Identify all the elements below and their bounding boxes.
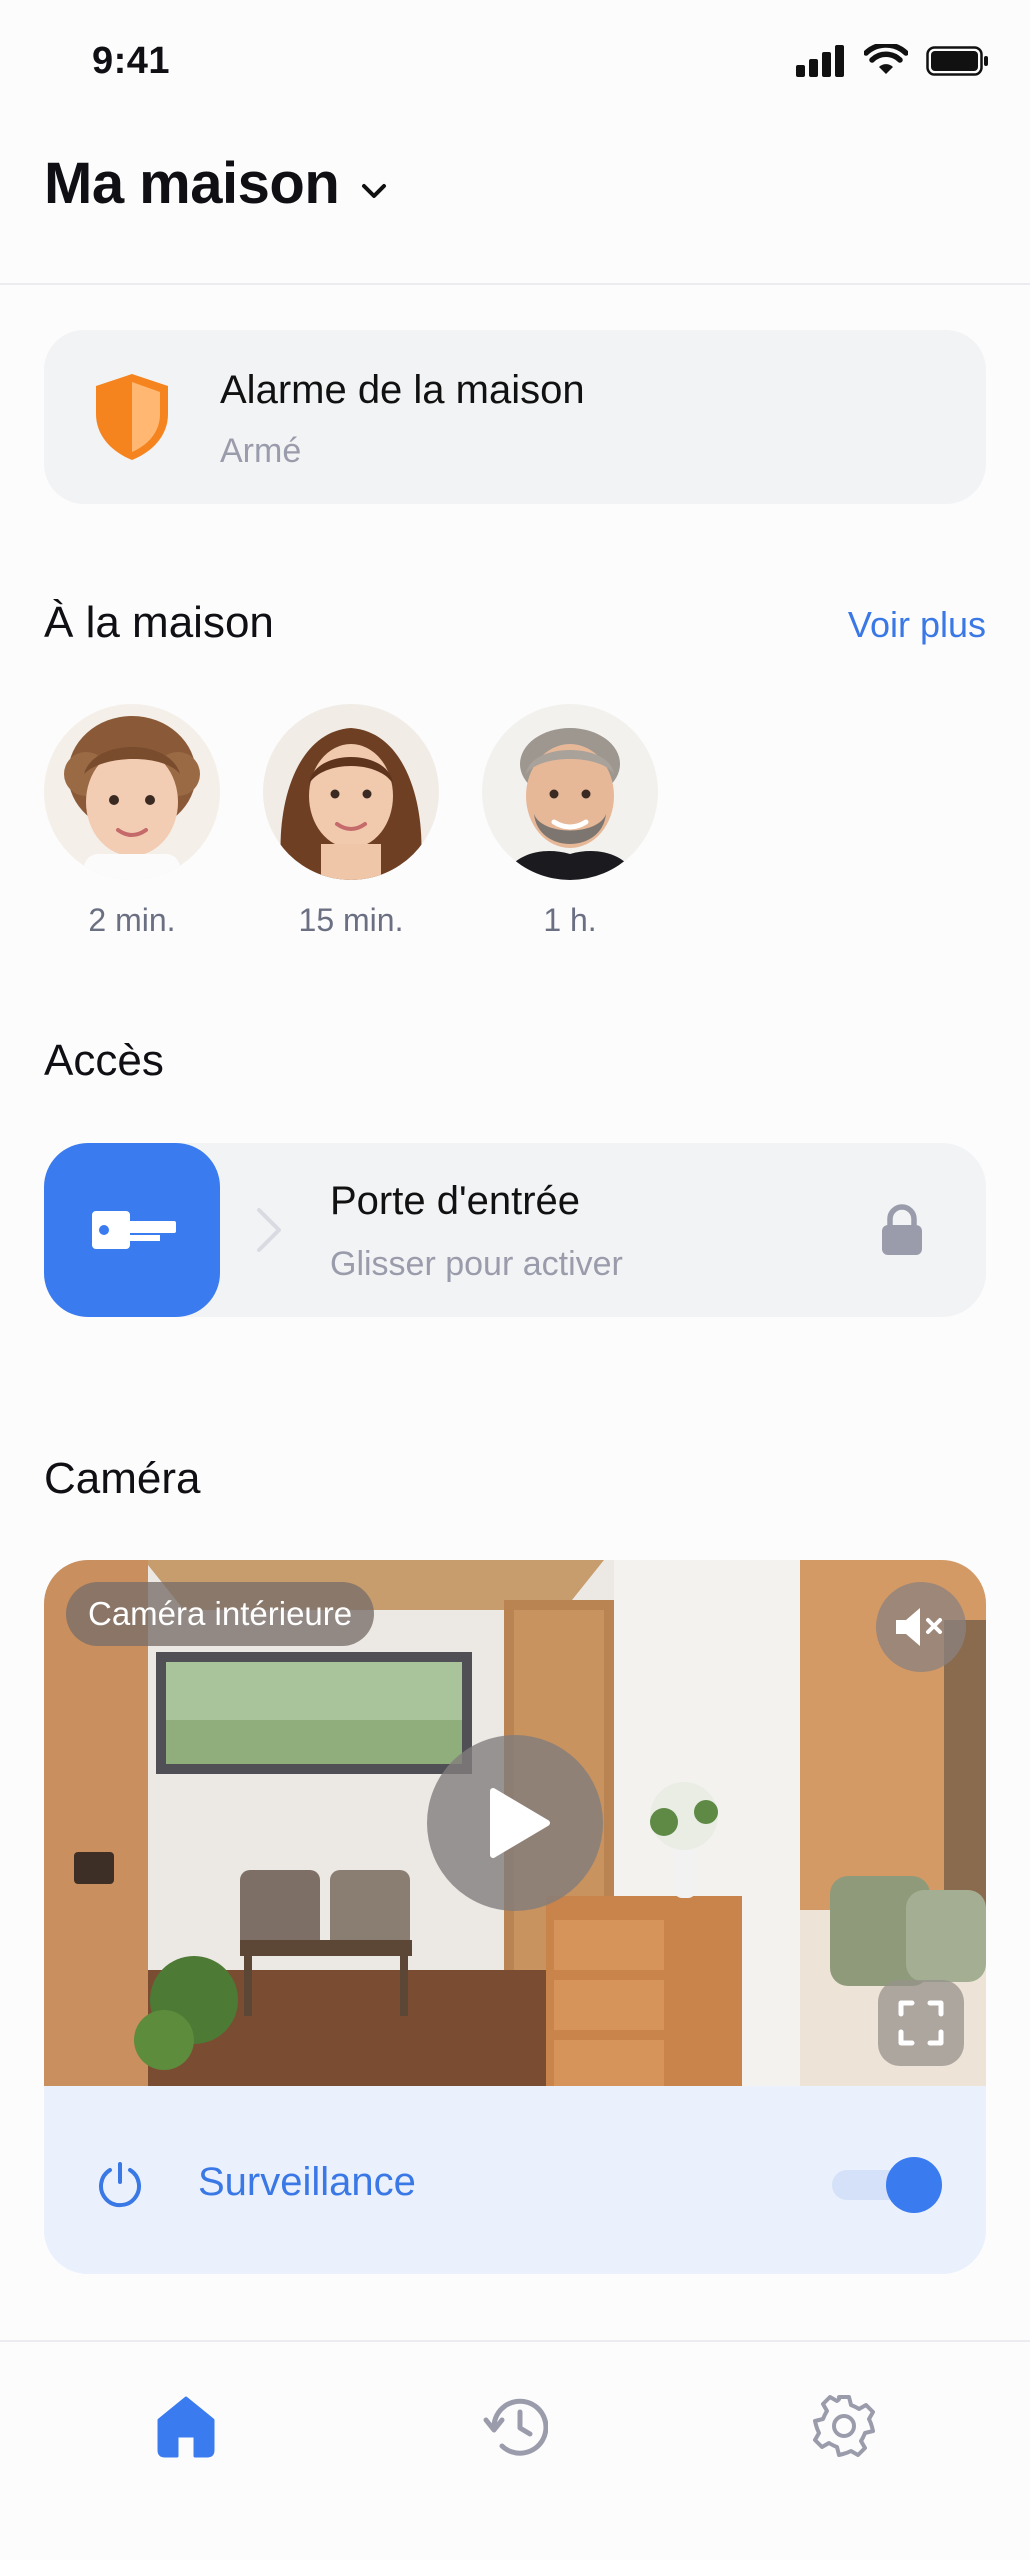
surveillance-row: Surveillance [44,2096,986,2274]
surveillance-toggle[interactable] [832,2156,942,2214]
avatar [44,704,220,880]
camera-feed[interactable]: Caméra intérieure [44,1560,986,2086]
see-more-link[interactable]: Voir plus [848,604,986,646]
slide-handle[interactable] [44,1143,220,1317]
access-section-title: Accès [44,1036,164,1085]
camera-section-title: Caméra [44,1454,201,1503]
nav-home[interactable] [146,2386,226,2466]
avatar [482,704,658,880]
chevron-right-icon [257,1208,281,1252]
alarm-card[interactable]: Alarme de la maison Armé [44,330,986,504]
header-divider [0,283,1030,285]
bottom-nav [0,2342,1030,2560]
home-icon [157,2396,215,2458]
lock-icon [882,1204,922,1255]
person-time: 1 h. [543,902,597,938]
toggle-knob [886,2157,942,2213]
door-hint: Glisser pour activer [330,1245,623,1283]
camera-name-badge: Caméra intérieure [66,1582,375,1646]
person-time: 15 min. [298,902,404,938]
fullscreen-button[interactable] [878,1980,964,2066]
play-icon [490,1788,550,1858]
home-selector[interactable]: Ma maison [44,150,387,217]
person-item[interactable]: 15 min. [263,704,439,939]
chevron-down-icon [362,183,387,198]
alarm-status: Armé [220,432,302,470]
home-section-title: À la maison [44,598,274,647]
surveillance-label: Surveillance [198,2160,416,2204]
person-item[interactable]: 2 min. [44,704,220,939]
mute-button[interactable] [876,1582,966,1672]
page-title: Ma maison [44,151,340,216]
play-button[interactable] [427,1735,603,1911]
power-icon [99,2162,141,2208]
status-bar: 9:41 [0,0,1030,130]
fullscreen-icon [898,2000,944,2046]
battery-icon [926,46,988,76]
shield-icon [96,374,168,460]
nav-history[interactable] [475,2386,555,2466]
status-time: 9:41 [92,40,171,82]
key-icon [92,1211,176,1249]
wifi-icon [864,44,908,74]
history-icon [483,2398,548,2456]
alarm-title: Alarme de la maison [220,368,585,412]
nav-settings[interactable] [804,2386,884,2466]
person-item[interactable]: 1 h. [482,704,658,939]
gear-icon [813,2395,875,2457]
speaker-mute-icon [896,1608,942,1646]
status-icons [796,44,990,78]
door-title: Porte d'entrée [330,1179,581,1223]
avatar [263,704,439,880]
signal-icon [796,45,844,77]
person-time: 2 min. [88,902,176,938]
camera-card: Caméra intérieure Surveillance [44,1560,986,2274]
door-access-card[interactable]: Porte d'entrée Glisser pour activer [44,1143,986,1317]
